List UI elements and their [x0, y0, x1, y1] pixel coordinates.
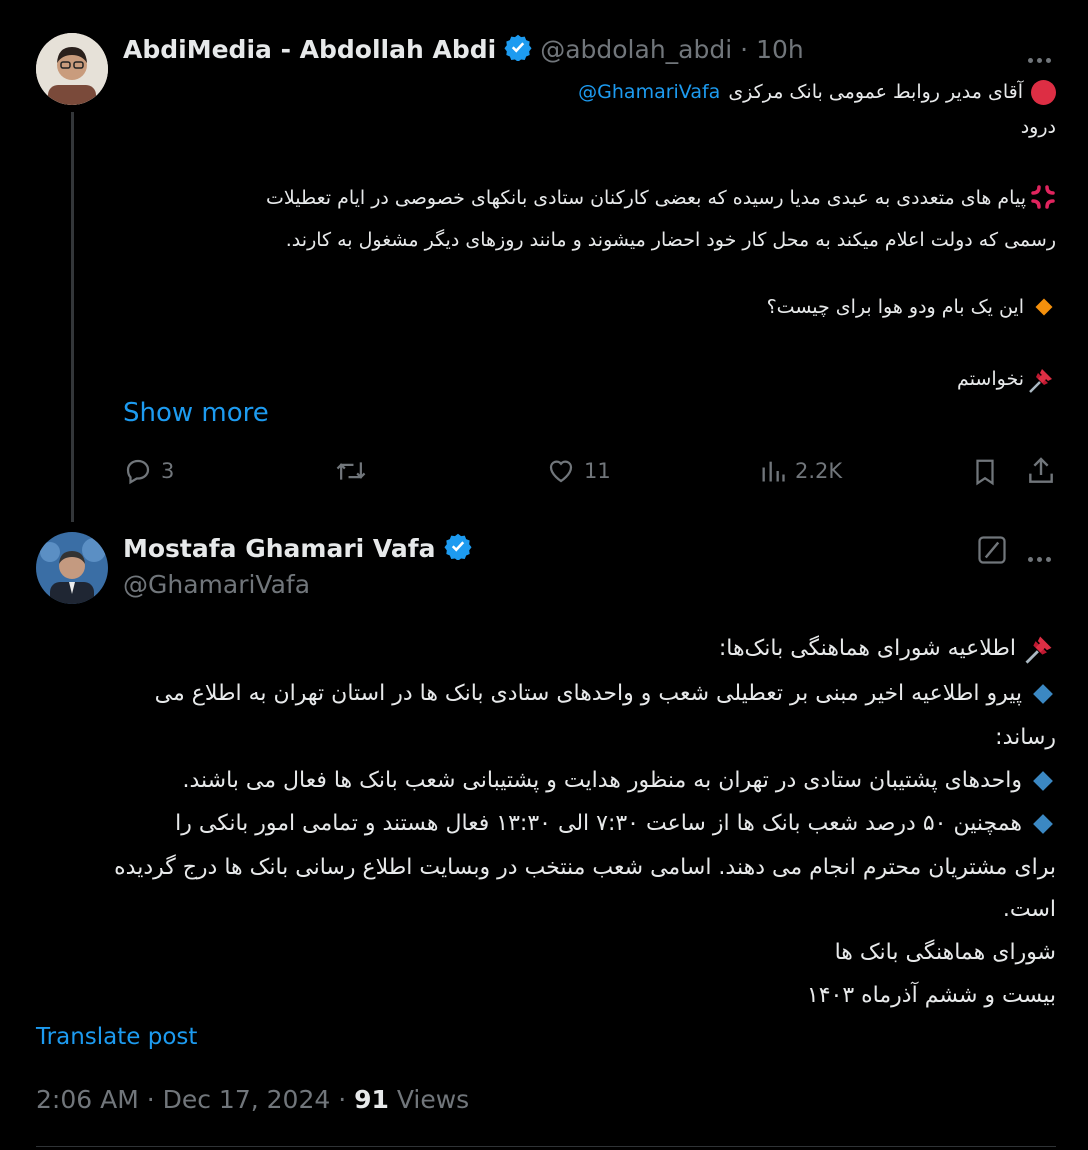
post2-author-name[interactable]: Mostafa Ghamari Vafa	[123, 534, 436, 563]
post1-line1-text: آقای مدیر روابط عمومی بانک مرکزی	[728, 81, 1023, 103]
post1-closing-row: نخواستم	[156, 365, 1056, 395]
post1-handle[interactable]: @abdolah_abdi	[540, 35, 732, 64]
post1-para1-line1: پیام های متعددی به عبدی مدیا رسیده که بع…	[266, 187, 1026, 209]
views-count: 2.2K	[795, 459, 843, 483]
post1-header: AbdiMedia - Abdollah Abdi @abdolah_abdi …	[123, 33, 804, 65]
post2-text-8: بیست و ششم آذرماه ۱۴۰۳	[806, 983, 1056, 1008]
post2-line-0: اطلاعیه شورای هماهنگی بانک‌ها:	[36, 628, 1056, 670]
pushpin-icon	[1022, 632, 1056, 666]
show-more-link[interactable]: Show more	[123, 398, 269, 428]
repost-icon	[336, 462, 366, 480]
post1-time[interactable]: 10h	[756, 35, 804, 64]
post2-line-3: واحدهای پشتیبان ستادی در تهران به منظور …	[36, 760, 1056, 802]
heart-icon	[549, 460, 573, 483]
verified-badge-icon	[443, 532, 472, 564]
avatar-ghamarivafa[interactable]	[36, 532, 108, 604]
post2-text-2: رساند:	[995, 725, 1056, 750]
analytics-icon	[762, 461, 785, 482]
post2-line-4: همچنین ۵۰ درصد شعب بانک ها از ساعت ۷:۳۰ …	[36, 803, 1056, 845]
repost-button[interactable]	[335, 456, 367, 486]
post1-para1-line2: رسمی که دولت اعلام میکند به محل کار خود …	[285, 229, 1056, 251]
translate-post-link[interactable]: Translate post	[36, 1024, 197, 1050]
more-options-icon[interactable]	[1026, 547, 1053, 566]
post2-timestamp[interactable]: 2:06 AM · Dec 17, 2024 ·	[36, 1085, 354, 1114]
avatar-abdimedia[interactable]	[36, 33, 108, 105]
like-button[interactable]: 11	[546, 456, 611, 486]
thread-line	[71, 112, 74, 522]
post2-meta: 2:06 AM · Dec 17, 2024 · 91 Views	[36, 1085, 469, 1114]
post1-closing: نخواستم	[957, 368, 1024, 390]
mention-link[interactable]: @GhamariVafa	[578, 78, 720, 106]
divider	[36, 1146, 1056, 1147]
orange-diamond-icon	[1035, 298, 1053, 316]
post2-handle[interactable]: @GhamariVafa	[123, 570, 310, 599]
post2-views-count: 91	[354, 1085, 389, 1114]
post2-text-7: شورای هماهنگی بانک ها	[834, 940, 1056, 965]
more-options-icon[interactable]	[1026, 48, 1053, 67]
reply-count: 3	[161, 459, 175, 483]
reply-button[interactable]: 3	[123, 456, 174, 486]
post2-header: Mostafa Ghamari Vafa	[123, 532, 472, 564]
post2-line-1: پیرو اطلاعیه اخیر مبنی بر تعطیلی شعب و و…	[36, 673, 1056, 715]
blue-diamond-icon	[1033, 771, 1053, 791]
verified-badge-icon	[504, 33, 532, 65]
post2-text-3: واحدهای پشتیبان ستادی در تهران به منظور …	[182, 768, 1022, 793]
post1-author-name[interactable]: AbdiMedia - Abdollah Abdi	[123, 35, 496, 64]
post1-question-row: این یک بام ودو هوا برای چیست؟	[156, 293, 1056, 321]
like-count: 11	[584, 459, 611, 483]
post1-question: این یک بام ودو هوا برای چیست؟	[766, 296, 1024, 318]
share-icon[interactable]	[1025, 455, 1057, 491]
pushpin-icon	[1026, 365, 1056, 395]
blue-diamond-icon	[1033, 814, 1053, 834]
blue-diamond-icon	[1033, 684, 1053, 704]
post1-line1: آقای مدیر روابط عمومی بانک مرکزی @Ghamar…	[156, 78, 1056, 106]
bookmark-icon[interactable]	[970, 456, 1000, 492]
post1-para1-row1: پیام های متعددی به عبدی مدیا رسیده که بع…	[156, 184, 1056, 212]
red-circle-icon	[1031, 80, 1056, 105]
post2-text-1: پیرو اطلاعیه اخیر مبنی بر تعطیلی شعب و و…	[154, 681, 1022, 706]
reply-icon	[126, 459, 150, 485]
post2-text-5: برای مشتریان محترم انجام می دهند. اسامی …	[114, 855, 1056, 880]
post2-text-0: اطلاعیه شورای هماهنگی بانک‌ها:	[718, 636, 1016, 661]
grok-icon[interactable]	[977, 535, 1007, 569]
views-button[interactable]: 2.2K	[759, 456, 842, 486]
post2-text-4: همچنین ۵۰ درصد شعب بانک ها از ساعت ۷:۳۰ …	[175, 811, 1022, 836]
post1-greeting: درود	[1020, 116, 1056, 138]
anger-icon	[1030, 184, 1056, 210]
post1-separator: ·	[740, 34, 749, 64]
post2-text-6: است.	[1002, 897, 1056, 922]
post2-views-label: Views	[388, 1085, 470, 1114]
